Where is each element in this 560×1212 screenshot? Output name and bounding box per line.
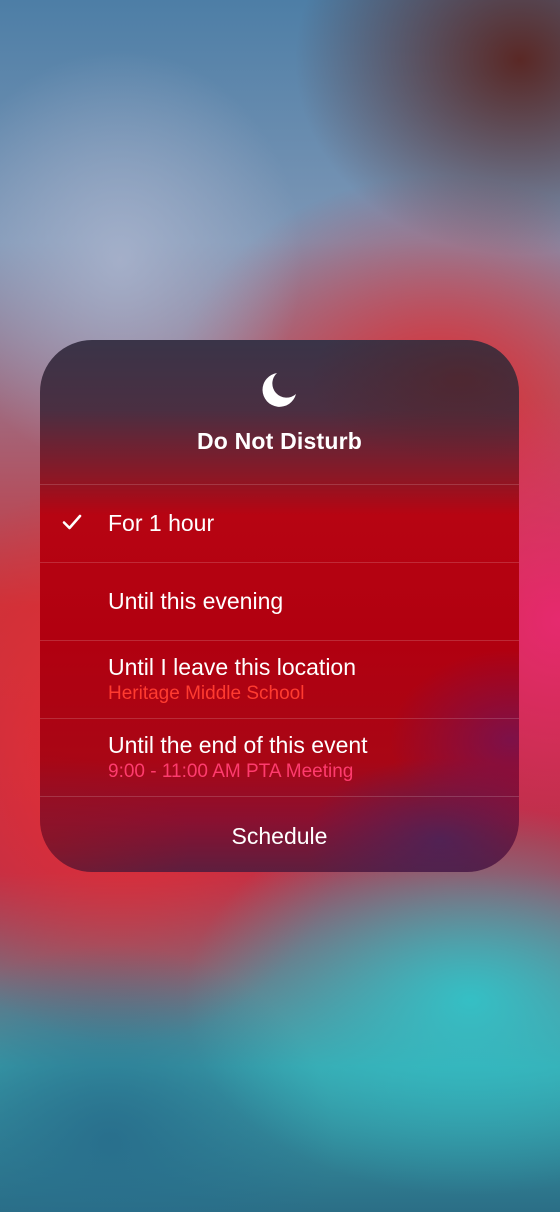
schedule-label: Schedule [231, 823, 328, 849]
option-until-end-of-event[interactable]: Until the end of this event 9:00 - 11:00… [40, 718, 519, 796]
event-subtitle: 9:00 - 11:00 AM PTA Meeting [108, 761, 354, 782]
panel-title: Do Not Disturb [196, 428, 363, 454]
background-wallpaper: Do Not Disturb For 1 hour Until this eve… [0, 0, 560, 1212]
option-label: Until this evening [108, 588, 284, 614]
option-for-1-hour[interactable]: For 1 hour [40, 484, 519, 562]
option-label: Until I leave this location [108, 654, 357, 680]
option-label: For 1 hour [108, 510, 215, 536]
checkmark-icon [62, 514, 82, 530]
option-until-leave-location[interactable]: Until I leave this location Heritage Mid… [40, 640, 519, 718]
do-not-disturb-panel: Do Not Disturb For 1 hour Until this eve… [40, 340, 519, 872]
option-label: Until the end of this event [108, 732, 368, 758]
schedule-button[interactable]: Schedule [40, 796, 519, 872]
option-until-this-evening[interactable]: Until this evening [40, 562, 519, 640]
moon-icon [262, 373, 296, 407]
location-subtitle: Heritage Middle School [108, 683, 305, 704]
panel-header: Do Not Disturb [40, 340, 519, 484]
